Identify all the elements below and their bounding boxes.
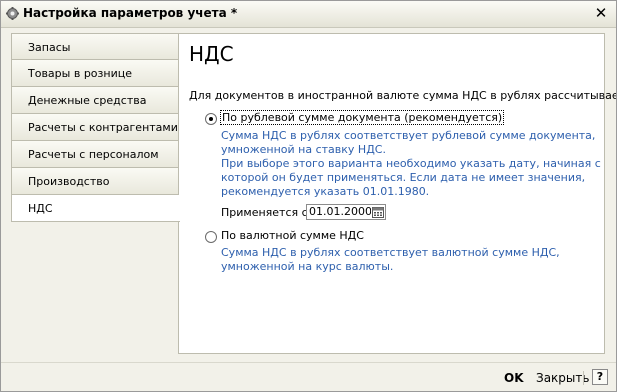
description-line: умноженной на курс валюты.	[221, 260, 394, 273]
radio-label-by-ruble-amount[interactable]: По рублевой сумме документа (рекомендует…	[219, 110, 505, 125]
ok-button[interactable]: OK	[504, 371, 524, 385]
radio-label-by-currency-vat[interactable]: По валютной сумме НДС	[221, 229, 364, 242]
tab-nds[interactable]: НДС	[11, 195, 180, 222]
title-bar: Настройка параметров учета * ✕	[1, 1, 616, 28]
date-input[interactable]	[307, 205, 373, 219]
applies-from-label: Применяется с:	[221, 206, 312, 219]
tab-proizvodstvo[interactable]: Производство	[11, 168, 179, 195]
page-title: НДС	[189, 42, 234, 66]
description-line: При выборе этого варианта необходимо ука…	[221, 157, 601, 170]
close-button[interactable]: Закрыть	[536, 371, 589, 385]
option-description: Сумма НДС в рублях соответствует валютно…	[221, 246, 560, 274]
dialog-footer: OK Закрыть ?	[1, 362, 616, 391]
close-icon[interactable]: ✕	[594, 5, 608, 21]
description-line: Сумма НДС в рублях соответствует рублево…	[221, 129, 596, 142]
question-label: Для документов в иностранной валюте сумм…	[189, 89, 617, 102]
section-tabs: Запасы Товары в рознице Денежные средств…	[11, 33, 180, 222]
window-title: Настройка параметров учета *	[23, 6, 238, 20]
settings-window: Настройка параметров учета * ✕ Запасы То…	[0, 0, 617, 392]
tab-raschety-s-kontragentami[interactable]: Расчеты с контрагентами	[11, 114, 179, 141]
tab-denezhnye-sredstva[interactable]: Денежные средства	[11, 87, 179, 114]
description-line: умноженной на ставку НДС.	[221, 143, 386, 156]
gear-icon	[6, 7, 19, 20]
description-line: Сумма НДС в рублях соответствует валютно…	[221, 246, 560, 259]
option-description: Сумма НДС в рублях соответствует рублево…	[221, 129, 601, 199]
nds-settings-panel: НДС Для документов в иностранной валюте …	[178, 33, 616, 354]
description-line: которой он будет применяться. Если дата …	[221, 171, 586, 184]
radio-by-ruble-amount[interactable]	[205, 113, 217, 125]
tab-zapasy[interactable]: Запасы	[11, 33, 179, 60]
description-line: рекомендуется указать 01.01.1980.	[221, 185, 430, 198]
footer-divider	[583, 371, 584, 385]
tab-tovary-v-roznitse[interactable]: Товары в рознице	[11, 60, 179, 87]
applies-from-date-field	[306, 204, 386, 220]
tab-raschety-s-personalom[interactable]: Расчеты с персоналом	[11, 141, 179, 168]
calendar-icon[interactable]	[372, 206, 384, 218]
radio-by-currency-vat[interactable]	[205, 231, 217, 243]
help-button[interactable]: ?	[592, 369, 608, 385]
